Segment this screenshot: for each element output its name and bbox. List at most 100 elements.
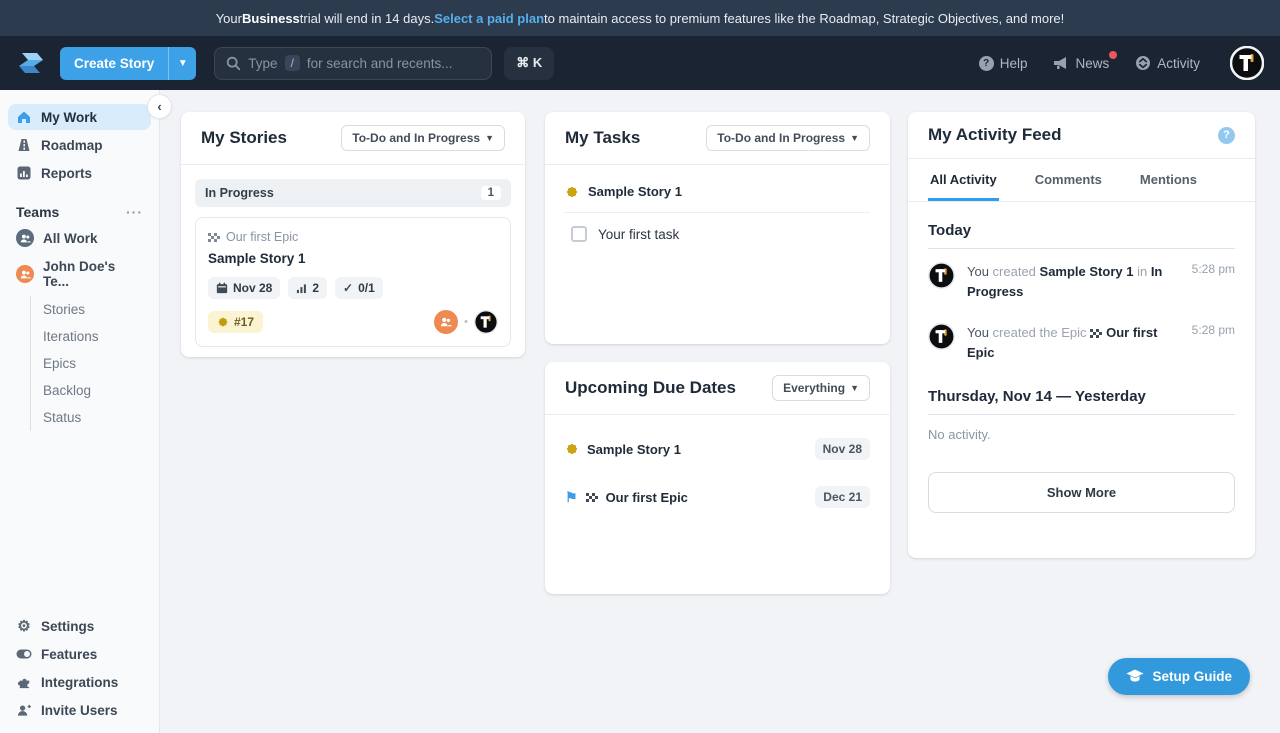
my-stories-card: My Stories To-Do and In Progress ▼ In Pr… — [181, 112, 525, 357]
story-id-badge[interactable]: #17 — [208, 311, 263, 333]
avatar-separator-dot: • — [464, 316, 468, 328]
sidebar-item-john-does-team[interactable]: John Doe's Te... — [8, 254, 151, 294]
due-date-badge: Nov 28 — [208, 277, 280, 299]
sidebar-item-invite-users[interactable]: Invite Users — [8, 697, 151, 723]
due-row-label: Sample Story 1 — [587, 442, 681, 457]
invite-user-icon — [16, 702, 32, 718]
sidebar-item-label: John Doe's Te... — [43, 259, 143, 289]
sidebar-item-epics[interactable]: Epics — [31, 350, 159, 377]
search-input[interactable]: Type / for search and recents... — [214, 47, 492, 80]
feed-item[interactable]: You created the Epic Our first Epic 5:28… — [928, 310, 1235, 371]
my-tasks-filter-dropdown[interactable]: To-Do and In Progress ▼ — [706, 125, 870, 151]
epic-name: Our first Epic — [226, 230, 298, 244]
dashboard-main: My Stories To-Do and In Progress ▼ In Pr… — [160, 90, 1280, 733]
due-date-row[interactable]: ⚑ Our first Epic Dec 21 — [565, 473, 870, 521]
no-activity-text: No activity. — [928, 427, 1235, 442]
sidebar-item-backlog[interactable]: Backlog — [31, 377, 159, 404]
banner-plan-name: Business — [242, 11, 300, 26]
in-progress-group-header[interactable]: In Progress 1 — [195, 179, 511, 207]
epic-checkered-icon — [586, 493, 598, 502]
chevron-down-icon: ▼ — [850, 133, 859, 143]
my-tasks-body: Sample Story 1 Your first task — [545, 165, 890, 261]
due-date-badge: Nov 28 — [815, 438, 870, 460]
activity-menu-item[interactable]: Activity — [1135, 55, 1200, 71]
upcoming-due-dates-card: Upcoming Due Dates Everything ▼ Sample S… — [545, 362, 890, 594]
my-stories-title: My Stories — [201, 128, 287, 148]
calendar-icon — [216, 282, 228, 294]
top-navbar: Create Story ▼ Type / for search and rec… — [0, 36, 1280, 90]
help-menu-item[interactable]: ? Help — [979, 56, 1028, 71]
feed-object: Sample Story 1 — [1040, 264, 1134, 279]
feed-item[interactable]: You created Sample Story 1 in In Progres… — [928, 249, 1235, 310]
epic-checkered-icon — [1090, 329, 1102, 338]
requester-avatar[interactable] — [434, 310, 458, 334]
tab-comments[interactable]: Comments — [1033, 159, 1104, 201]
teams-overflow-menu-icon[interactable]: ··· — [126, 204, 143, 220]
setup-guide-button[interactable]: Setup Guide — [1108, 658, 1250, 695]
user-avatar[interactable] — [1230, 46, 1264, 80]
create-story-split-button: Create Story ▼ — [60, 47, 196, 80]
chevron-down-icon: ▼ — [485, 133, 494, 143]
feed-timestamp: 5:28 pm — [1192, 262, 1235, 302]
filter-label: To-Do and In Progress — [352, 131, 480, 145]
sidebar-item-features[interactable]: Features — [8, 641, 151, 667]
sidebar-item-reports[interactable]: Reports — [8, 160, 151, 186]
shortcut-logo-icon[interactable] — [16, 48, 46, 78]
feed-item-text: You created Sample Story 1 in In Progres… — [967, 262, 1172, 302]
sidebar-item-settings[interactable]: ⚙ Settings — [8, 613, 151, 639]
search-icon — [225, 55, 241, 71]
feed-day-heading: Today — [928, 222, 1235, 239]
select-paid-plan-link[interactable]: Select a paid plan — [434, 11, 544, 26]
owner-avatar[interactable] — [474, 310, 498, 334]
sidebar-item-iterations[interactable]: Iterations — [31, 323, 159, 350]
puzzle-icon — [16, 674, 32, 690]
filter-label: To-Do and In Progress — [717, 131, 845, 145]
feed-timestamp: 5:28 pm — [1192, 323, 1235, 363]
create-story-button[interactable]: Create Story — [60, 47, 168, 80]
sidebar: ‹ My Work Roadmap Reports Teams ··· — [0, 90, 160, 733]
sidebar-item-status[interactable]: Status — [31, 404, 159, 431]
feed-item-text: You created the Epic Our first Epic — [967, 323, 1172, 363]
due-row-left: ⚑ Our first Epic — [565, 490, 688, 505]
due-dates-filter-dropdown[interactable]: Everything ▼ — [772, 375, 870, 401]
sidebar-item-stories[interactable]: Stories — [31, 296, 159, 323]
due-dates-body: Sample Story 1 Nov 28 ⚑ Our first Epic D… — [545, 415, 890, 531]
gear-icon: ⚙ — [16, 618, 32, 634]
sidebar-item-all-work[interactable]: All Work — [8, 224, 151, 252]
help-icon[interactable]: ? — [1218, 127, 1235, 144]
create-story-dropdown-button[interactable]: ▼ — [168, 47, 196, 80]
feed-actor: You — [967, 325, 989, 340]
tab-all-activity[interactable]: All Activity — [928, 159, 999, 201]
news-menu-item[interactable]: News — [1053, 55, 1109, 71]
sidebar-item-roadmap[interactable]: Roadmap — [8, 132, 151, 158]
story-star-icon — [217, 316, 229, 328]
my-stories-header: My Stories To-Do and In Progress ▼ — [181, 112, 525, 165]
story-badges: Nov 28 2 ✓ 0/1 — [208, 277, 498, 299]
sidebar-collapse-button[interactable]: ‹ — [147, 94, 172, 119]
due-date-row[interactable]: Sample Story 1 Nov 28 — [565, 425, 870, 473]
milestone-flag-icon: ⚑ — [565, 490, 578, 504]
task-checkbox[interactable] — [571, 226, 587, 242]
feed-verb: created — [989, 264, 1040, 279]
graduation-cap-icon — [1126, 669, 1144, 684]
cmd-k-shortcut-badge[interactable]: ⌘ K — [504, 47, 554, 80]
show-more-button[interactable]: Show More — [928, 472, 1235, 513]
sidebar-item-my-work[interactable]: My Work — [8, 104, 151, 130]
banner-text-pre: Your — [216, 11, 242, 26]
task-story-row[interactable]: Sample Story 1 — [565, 171, 870, 213]
story-card[interactable]: Our first Epic Sample Story 1 Nov 28 — [195, 217, 511, 347]
team-subitems-group: Stories Iterations Epics Backlog Status — [30, 296, 159, 431]
my-stories-filter-dropdown[interactable]: To-Do and In Progress ▼ — [341, 125, 505, 151]
news-label: News — [1075, 56, 1109, 71]
activity-feed-title: My Activity Feed — [928, 125, 1062, 145]
slash-key-badge: / — [285, 55, 300, 71]
sidebar-item-integrations[interactable]: Integrations — [8, 669, 151, 695]
feed-avatar — [928, 323, 955, 350]
home-icon — [16, 109, 32, 125]
navbar-right-group: ? Help News Activity — [979, 46, 1264, 80]
due-date-badge: Dec 21 — [815, 486, 870, 508]
task-label: Your first task — [598, 227, 679, 242]
tab-mentions[interactable]: Mentions — [1138, 159, 1199, 201]
roadmap-icon — [16, 137, 32, 153]
feed-actor: You — [967, 264, 989, 279]
